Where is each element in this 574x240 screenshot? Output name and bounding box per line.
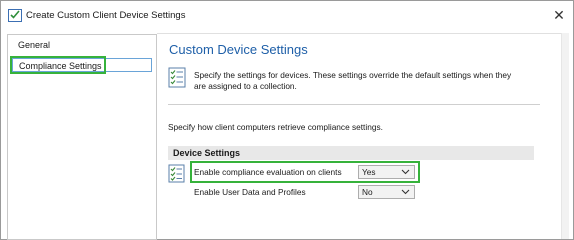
close-button[interactable]: ✕ [545, 1, 573, 29]
page-description: Specify the settings for devices. These … [194, 70, 512, 91]
chevron-down-icon [401, 169, 410, 175]
vertical-scrollbar[interactable] [561, 33, 569, 239]
settings-pane [157, 33, 565, 239]
compliance-evaluation-value: Yes [362, 167, 376, 177]
chevron-down-icon [401, 189, 410, 195]
settings-checklist-icon [168, 67, 186, 88]
user-data-profiles-value: No [362, 187, 373, 197]
title-bar: Create Custom Client Device Settings ✕ [1, 1, 573, 30]
compliance-evaluation-select[interactable]: Yes [358, 165, 415, 179]
device-settings-group-header: Device Settings [168, 146, 534, 160]
section-divider [168, 104, 540, 105]
specify-instructions: Specify how client computers retrieve co… [168, 122, 383, 132]
close-icon: ✕ [553, 6, 565, 23]
nav-item-compliance-settings[interactable]: Compliance Settings [12, 58, 152, 72]
user-data-profiles-select[interactable]: No [358, 185, 415, 199]
user-data-profiles-label: Enable User Data and Profiles [194, 187, 306, 197]
page-heading: Custom Device Settings [169, 42, 308, 57]
nav-item-general[interactable]: General [12, 38, 50, 52]
settings-checklist-icon [168, 164, 185, 183]
checklist-window-icon [8, 9, 22, 22]
window-title: Create Custom Client Device Settings [26, 10, 186, 21]
compliance-evaluation-label: Enable compliance evaluation on clients [194, 167, 342, 177]
